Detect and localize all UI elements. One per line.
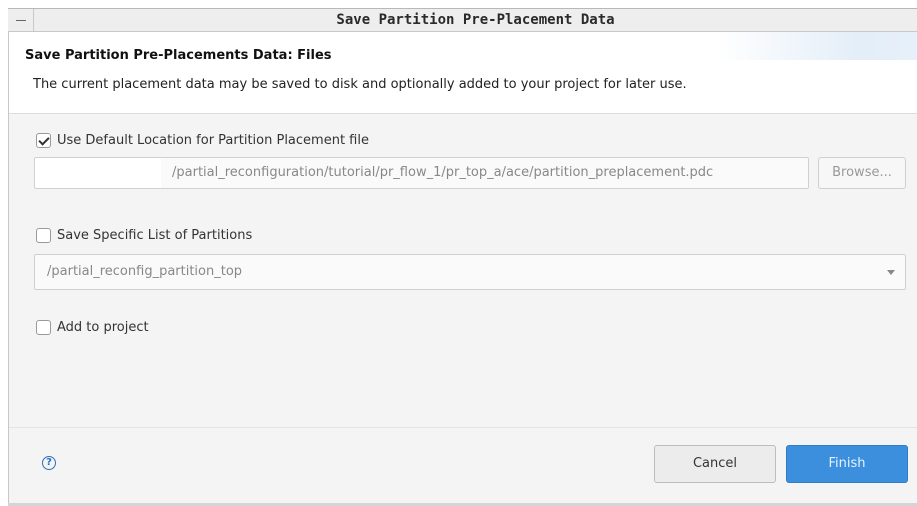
partitions-dropdown-value: /partial_reconfig_partition_top bbox=[47, 264, 243, 279]
placement-file-path-field: /partial_reconfiguration/tutorial/pr_flo… bbox=[34, 157, 809, 189]
dialog-content: Use Default Location for Partition Place… bbox=[9, 113, 917, 427]
add-to-project-option[interactable]: Add to project bbox=[36, 320, 149, 335]
banner-title: Save Partition Pre-Placements Data: File… bbox=[25, 48, 332, 63]
window-menu-icon[interactable] bbox=[8, 9, 34, 31]
default-location-checkbox[interactable] bbox=[36, 133, 51, 148]
partitions-checkbox[interactable] bbox=[36, 228, 51, 243]
default-location-label: Use Default Location for Partition Place… bbox=[57, 133, 369, 148]
cancel-button[interactable]: Cancel bbox=[654, 445, 776, 483]
banner-description: The current placement data may be saved … bbox=[33, 77, 687, 92]
partitions-label: Save Specific List of Partitions bbox=[57, 228, 253, 243]
add-to-project-label: Add to project bbox=[57, 320, 149, 335]
help-icon[interactable]: ? bbox=[42, 456, 56, 470]
window-title: Save Partition Pre-Placement Data bbox=[336, 12, 615, 28]
partitions-option[interactable]: Save Specific List of Partitions bbox=[36, 228, 252, 243]
banner-gradient bbox=[717, 32, 917, 60]
redacted-path-prefix bbox=[35, 158, 161, 188]
browse-button: Browse... bbox=[818, 157, 906, 189]
chevron-down-icon bbox=[887, 270, 895, 275]
partitions-dropdown: /partial_reconfig_partition_top bbox=[34, 254, 906, 290]
placement-file-path: /partial_reconfiguration/tutorial/pr_flo… bbox=[172, 165, 714, 180]
add-to-project-checkbox[interactable] bbox=[36, 320, 51, 335]
finish-button[interactable]: Finish bbox=[786, 445, 908, 483]
dialog-footer: ? Cancel Finish bbox=[9, 427, 917, 506]
title-bar: Save Partition Pre-Placement Data bbox=[8, 8, 917, 32]
default-location-option[interactable]: Use Default Location for Partition Place… bbox=[36, 133, 369, 148]
